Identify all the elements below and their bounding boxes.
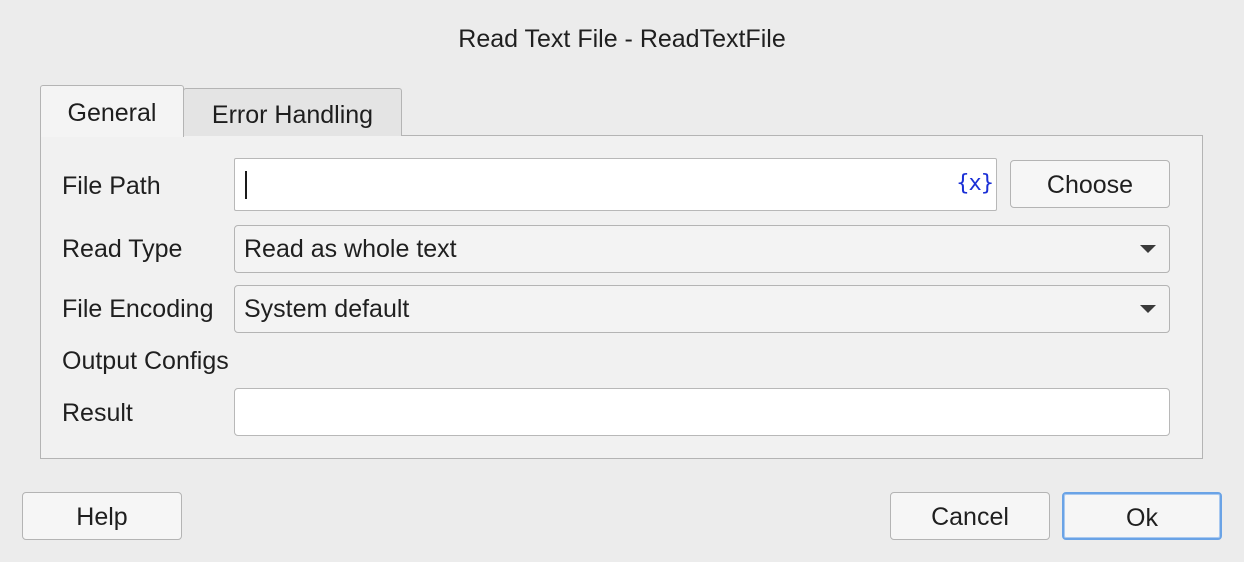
file-path-label: File Path: [62, 172, 161, 200]
file-path-input[interactable]: {x}: [234, 158, 997, 211]
ok-button[interactable]: Ok: [1062, 492, 1222, 540]
chevron-down-icon: [1140, 245, 1156, 253]
choose-file-button[interactable]: Choose: [1010, 160, 1170, 208]
read-type-label: Read Type: [62, 235, 183, 263]
result-label: Result: [62, 399, 133, 427]
result-input[interactable]: [234, 388, 1170, 436]
dialog-title: Read Text File - ReadTextFile: [458, 25, 786, 53]
text-caret: [245, 171, 247, 199]
read-type-select[interactable]: Read as whole text: [234, 225, 1170, 273]
output-configs-heading: Output Configs: [62, 347, 229, 375]
variable-insert-icon[interactable]: {x}: [956, 169, 994, 199]
read-type-value: Read as whole text: [244, 235, 457, 263]
tab-error-handling[interactable]: Error Handling: [183, 88, 402, 136]
tab-general[interactable]: General: [40, 85, 184, 137]
file-encoding-label: File Encoding: [62, 295, 214, 323]
chevron-down-icon: [1140, 305, 1156, 313]
cancel-button[interactable]: Cancel: [890, 492, 1050, 540]
help-button[interactable]: Help: [22, 492, 182, 540]
file-encoding-select[interactable]: System default: [234, 285, 1170, 333]
read-text-file-dialog: Read Text File - ReadTextFile General Er…: [0, 0, 1244, 562]
file-encoding-value: System default: [244, 295, 410, 323]
